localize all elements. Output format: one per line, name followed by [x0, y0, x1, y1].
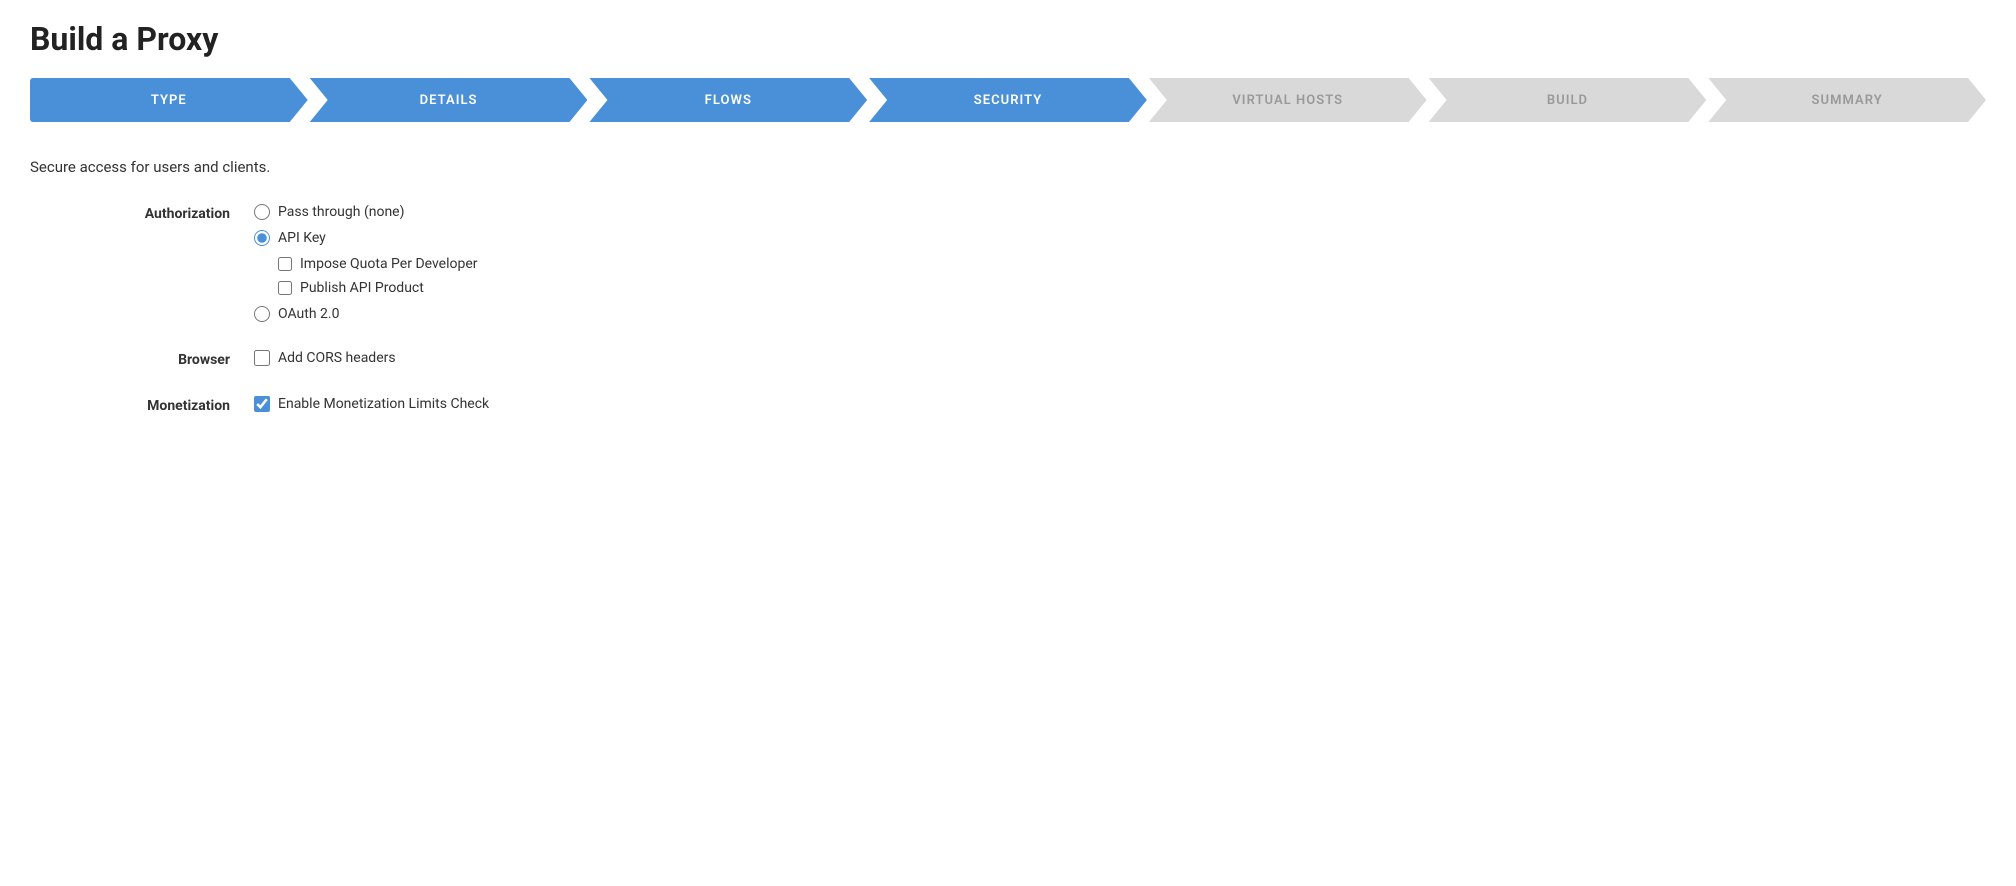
browser-label: Browser: [90, 350, 230, 368]
impose-quota-checkbox[interactable]: [278, 257, 292, 271]
auth-pass-through-label: Pass through (none): [278, 204, 404, 220]
impose-quota-label: Impose Quota Per Developer: [300, 256, 478, 272]
cors-headers-checkbox[interactable]: [254, 350, 270, 366]
step-summary[interactable]: SUMMARY: [1708, 78, 1986, 122]
impose-quota-option[interactable]: Impose Quota Per Developer: [278, 256, 478, 272]
stepper: TYPEDETAILSFLOWSSECURITYVIRTUAL HOSTSBUI…: [30, 78, 1986, 122]
auth-api-key-radio[interactable]: [254, 230, 270, 246]
monetization-section: Monetization Enable Monetization Limits …: [30, 396, 1986, 414]
authorization-label: Authorization: [90, 204, 230, 322]
step-security[interactable]: SECURITY: [869, 78, 1147, 122]
monetization-label: Monetization: [90, 396, 230, 414]
authorization-section: Authorization Pass through (none) API Ke…: [30, 204, 1986, 322]
api-key-sub-options: Impose Quota Per Developer Publish API P…: [254, 256, 478, 296]
auth-oauth-radio[interactable]: [254, 306, 270, 322]
step-virtual-hosts[interactable]: VIRTUAL HOSTS: [1149, 78, 1427, 122]
cors-headers-option[interactable]: Add CORS headers: [254, 350, 396, 366]
publish-api-product-label: Publish API Product: [300, 280, 424, 296]
monetization-content: Enable Monetization Limits Check: [254, 396, 489, 414]
auth-oauth-option[interactable]: OAuth 2.0: [254, 306, 478, 322]
monetization-limits-option[interactable]: Enable Monetization Limits Check: [254, 396, 489, 412]
step-flows[interactable]: FLOWS: [589, 78, 867, 122]
publish-api-product-checkbox[interactable]: [278, 281, 292, 295]
monetization-limits-checkbox[interactable]: [254, 396, 270, 412]
authorization-content: Pass through (none) API Key Impose Quota…: [254, 204, 478, 322]
step-type[interactable]: TYPE: [30, 78, 308, 122]
auth-api-key-option[interactable]: API Key: [254, 230, 478, 246]
step-details[interactable]: DETAILS: [310, 78, 588, 122]
page-description: Secure access for users and clients.: [30, 158, 1986, 176]
auth-pass-through-radio[interactable]: [254, 204, 270, 220]
auth-api-key-label: API Key: [278, 230, 326, 246]
cors-headers-label: Add CORS headers: [278, 350, 396, 366]
step-build[interactable]: BUILD: [1429, 78, 1707, 122]
browser-content: Add CORS headers: [254, 350, 396, 368]
publish-api-product-option[interactable]: Publish API Product: [278, 280, 478, 296]
monetization-limits-label: Enable Monetization Limits Check: [278, 396, 489, 412]
browser-section: Browser Add CORS headers: [30, 350, 1986, 368]
auth-oauth-label: OAuth 2.0: [278, 306, 339, 322]
auth-pass-through-option[interactable]: Pass through (none): [254, 204, 478, 220]
page-title: Build a Proxy: [30, 20, 1986, 58]
